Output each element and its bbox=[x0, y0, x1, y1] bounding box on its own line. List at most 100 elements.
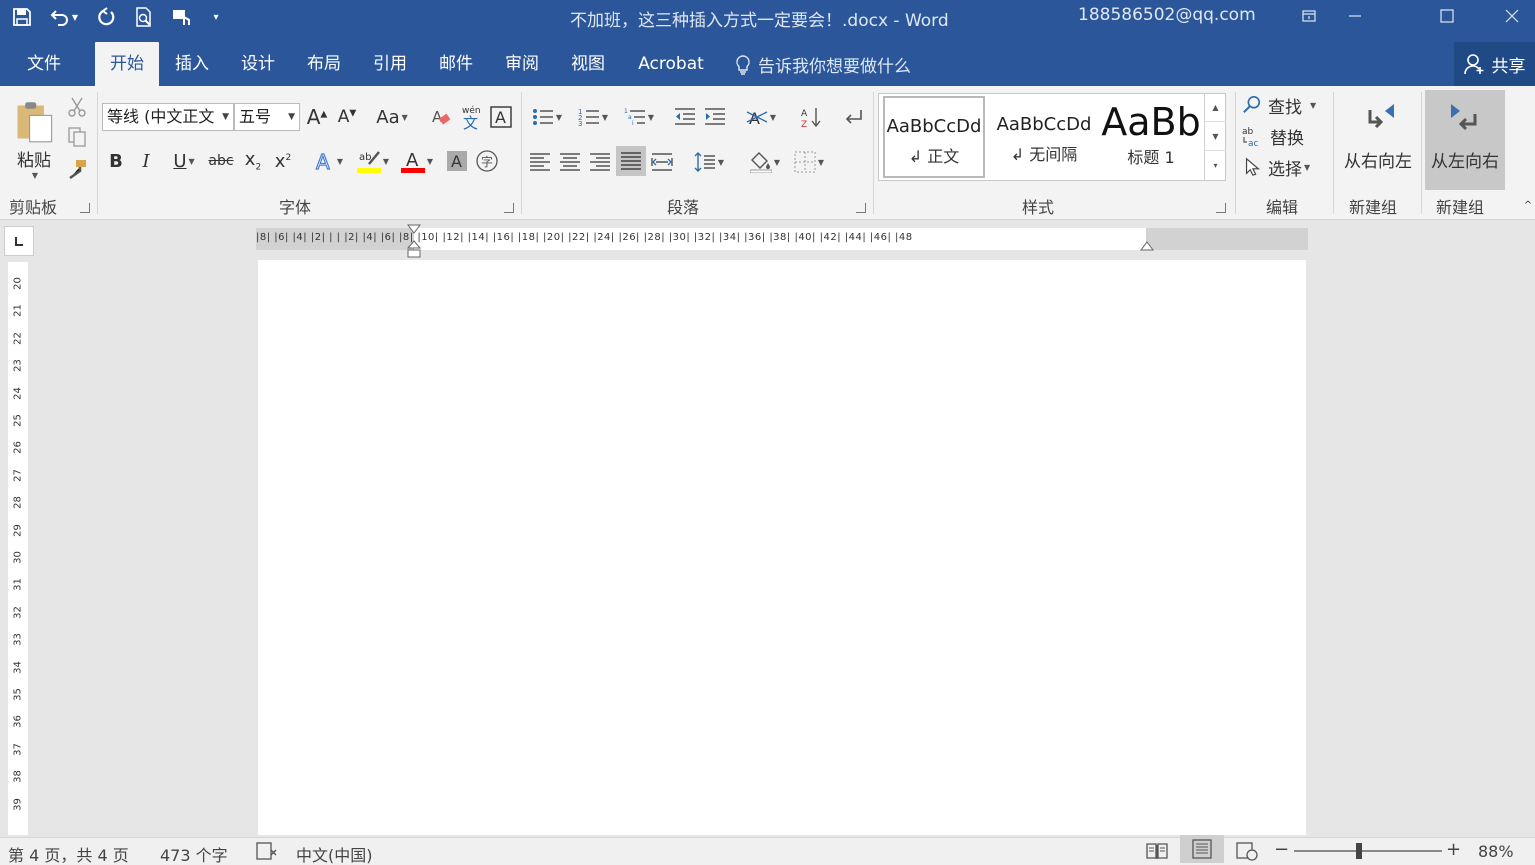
bullets-button[interactable]: ▼ bbox=[526, 104, 568, 130]
collapse-ribbon-button[interactable]: ^ bbox=[1522, 198, 1534, 212]
paragraph-group-label: 段落 bbox=[667, 198, 700, 217]
tab-review[interactable]: 审阅 bbox=[490, 42, 554, 86]
chevron-down-icon: ▼ bbox=[188, 156, 195, 166]
sort-button[interactable]: AZ bbox=[798, 104, 824, 130]
horizontal-ruler[interactable]: |8| |6| |4| |2| | | |2| |4| |6| |8| |10|… bbox=[256, 224, 1308, 258]
word-count[interactable]: 473 个字 bbox=[160, 842, 228, 865]
zoom-slider[interactable] bbox=[1294, 843, 1442, 859]
save-button[interactable] bbox=[6, 2, 38, 32]
bold-button[interactable]: B bbox=[104, 148, 128, 174]
page-number-indicator[interactable]: 第 4 页，共 4 页 bbox=[8, 842, 129, 865]
first-line-indent-marker[interactable] bbox=[407, 224, 421, 234]
print-layout-button[interactable] bbox=[1180, 835, 1224, 863]
grow-font-button[interactable]: A▲ bbox=[304, 104, 330, 130]
zoom-out-button[interactable]: − bbox=[1274, 839, 1289, 860]
text-effects-button[interactable]: A ▼ bbox=[308, 148, 348, 174]
tab-acrobat[interactable]: Acrobat bbox=[626, 42, 716, 86]
clear-formatting-button[interactable]: A bbox=[428, 104, 454, 130]
print-preview-button[interactable] bbox=[128, 2, 160, 32]
tab-home[interactable]: 开始 bbox=[95, 42, 159, 86]
redo-button[interactable] bbox=[90, 2, 122, 32]
show-hide-marks-button[interactable] bbox=[840, 104, 866, 130]
underline-button[interactable]: U ▼ bbox=[164, 148, 204, 174]
superscript-button[interactable]: x2 bbox=[270, 148, 296, 174]
styles-dialog-launcher[interactable] bbox=[1216, 203, 1226, 213]
shrink-font-button[interactable]: A▼ bbox=[334, 104, 360, 130]
gallery-more-button[interactable]: ▾ bbox=[1205, 151, 1226, 180]
customize-qat-button[interactable]: ▾ bbox=[204, 2, 228, 32]
align-left-button[interactable] bbox=[526, 148, 554, 176]
replace-button[interactable]: ab ac 替换 bbox=[1242, 123, 1326, 149]
scroll-up-button[interactable]: ▲ bbox=[1205, 93, 1226, 122]
strikethrough-button[interactable]: abc bbox=[206, 148, 236, 174]
shading-button[interactable]: ▼ bbox=[744, 148, 786, 176]
style-no-spacing[interactable]: AaBbCcDd ↲ 无间隔 bbox=[991, 96, 1097, 178]
document-page[interactable] bbox=[258, 260, 1306, 835]
clipboard-dialog-launcher[interactable] bbox=[80, 203, 90, 213]
character-border-button[interactable]: A bbox=[488, 104, 514, 130]
line-spacing-button[interactable]: ▼ bbox=[688, 148, 730, 176]
chinese-layout-button[interactable]: A▼ bbox=[740, 104, 782, 130]
tab-layout[interactable]: 布局 bbox=[292, 42, 356, 86]
zoom-in-button[interactable]: + bbox=[1446, 839, 1461, 860]
tab-design[interactable]: 设计 bbox=[226, 42, 290, 86]
user-account[interactable]: 188586502@qq.com bbox=[1078, 5, 1256, 25]
zoom-level[interactable]: 88% bbox=[1478, 842, 1514, 861]
align-center-button[interactable] bbox=[556, 148, 584, 176]
left-to-right-button[interactable]: 从左向右 bbox=[1425, 90, 1505, 190]
font-color-button[interactable]: A ▼ bbox=[396, 146, 438, 176]
align-right-button[interactable] bbox=[586, 148, 614, 176]
ribbon-display-options-button[interactable] bbox=[1286, 0, 1332, 32]
tab-mailings[interactable]: 邮件 bbox=[424, 42, 488, 86]
hanging-indent-marker[interactable] bbox=[407, 240, 421, 258]
share-button[interactable]: 共享 bbox=[1454, 42, 1535, 86]
web-layout-button[interactable] bbox=[1236, 841, 1258, 865]
enclose-characters-button[interactable]: 字 bbox=[474, 148, 500, 174]
tell-me-search[interactable]: 告诉我你想要做什么 bbox=[734, 52, 911, 77]
font-size-combo[interactable]: 五号 ▼ bbox=[234, 103, 300, 131]
character-shading-button[interactable]: A bbox=[444, 148, 470, 174]
right-indent-marker[interactable] bbox=[1140, 241, 1154, 251]
paste-button[interactable]: 粘贴 ▼ bbox=[10, 92, 58, 188]
numbering-button[interactable]: 1 2 3 ▼ bbox=[572, 104, 614, 130]
justify-button[interactable] bbox=[616, 146, 646, 176]
proofing-button[interactable] bbox=[256, 841, 278, 865]
cut-button[interactable] bbox=[64, 94, 90, 120]
increase-indent-button[interactable] bbox=[702, 104, 728, 130]
select-button[interactable]: 选择 ▼ bbox=[1242, 154, 1326, 180]
font-name-combo[interactable]: 等线 (中文正文 ▼ bbox=[102, 103, 234, 131]
copy-button[interactable] bbox=[64, 124, 90, 150]
decrease-indent-button[interactable] bbox=[672, 104, 698, 130]
touch-mode-button[interactable] bbox=[166, 2, 198, 32]
paragraph-dialog-launcher[interactable] bbox=[856, 203, 866, 213]
left-to-right-label: 从左向右 bbox=[1431, 152, 1499, 172]
zoom-slider-thumb[interactable] bbox=[1356, 843, 1363, 859]
multilevel-list-button[interactable]: 1 a i ▼ bbox=[618, 104, 660, 130]
maximize-button[interactable] bbox=[1424, 0, 1470, 32]
change-case-button[interactable]: Aa ▼ bbox=[370, 104, 414, 130]
tab-insert[interactable]: 插入 bbox=[160, 42, 224, 86]
style-normal[interactable]: AaBbCcDd ↲ 正文 bbox=[883, 96, 985, 178]
language-indicator[interactable]: 中文(中国) bbox=[296, 842, 373, 865]
right-to-left-button[interactable]: 从右向左 bbox=[1338, 90, 1418, 190]
scroll-down-button[interactable]: ▼ bbox=[1205, 122, 1226, 151]
format-painter-button[interactable] bbox=[64, 156, 90, 182]
style-heading-1[interactable]: AaBb 标题 1 bbox=[1101, 96, 1201, 178]
tab-view[interactable]: 视图 bbox=[556, 42, 620, 86]
find-button[interactable]: 查找 ▼ bbox=[1242, 92, 1326, 118]
tab-file[interactable]: 文件 bbox=[12, 42, 76, 86]
borders-button[interactable]: ▼ bbox=[788, 148, 830, 176]
subscript-button[interactable]: x2 bbox=[240, 148, 266, 174]
vertical-ruler[interactable]: 20 21 22 23 24 25 26 27 28 29 30 31 32 33 34 35 36 37 38 39 bbox=[8, 262, 28, 835]
tab-references[interactable]: 引用 bbox=[358, 42, 422, 86]
undo-button[interactable]: ▼ bbox=[44, 2, 84, 32]
font-dialog-launcher[interactable] bbox=[504, 203, 514, 213]
minimize-button[interactable] bbox=[1332, 0, 1378, 32]
distributed-button[interactable] bbox=[648, 148, 676, 176]
read-mode-button[interactable] bbox=[1146, 841, 1168, 865]
italic-button[interactable]: I bbox=[134, 148, 158, 174]
highlight-color-button[interactable]: ab ▼ bbox=[352, 146, 394, 176]
close-button[interactable] bbox=[1489, 0, 1535, 32]
tab-selector-button[interactable] bbox=[4, 226, 34, 256]
phonetic-guide-button[interactable]: wén 文 bbox=[458, 102, 484, 132]
